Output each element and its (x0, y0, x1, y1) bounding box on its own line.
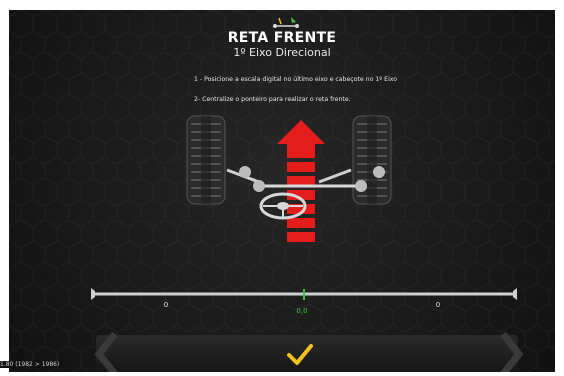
version-label: 1.80 (1982 > 1986) (0, 361, 63, 368)
scale-left-value: 0 (163, 301, 169, 309)
chevron-left-icon (94, 331, 118, 372)
scale-right-value: 0 (435, 301, 441, 309)
tire-left-icon (186, 115, 226, 205)
scale-center-value: 0,0 (296, 307, 308, 315)
forward-arrow-icon (277, 120, 325, 242)
instruction-step-1: 1 - Posicione a escala digital no último… (194, 76, 398, 83)
checkmark-icon (287, 344, 313, 365)
steering-wheel-icon (259, 192, 307, 220)
page-subtitle: 1º Eixo Direcional (233, 46, 331, 59)
chevron-right-icon (500, 331, 524, 372)
axle-diagram (186, 115, 392, 242)
app-screen: RETA FRENTE 1º Eixo Direcional 1 - Posic… (9, 10, 555, 372)
instruction-step-2: 2- Centralize o ponteiro para realizar o… (194, 96, 351, 103)
page-title: RETA FRENTE (227, 30, 337, 46)
confirm-button[interactable] (286, 343, 314, 367)
